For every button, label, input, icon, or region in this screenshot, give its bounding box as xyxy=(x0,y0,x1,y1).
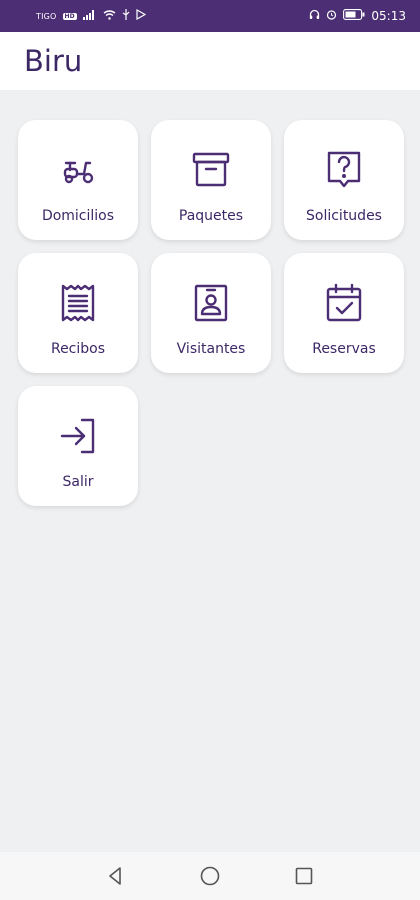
home-icon[interactable] xyxy=(198,864,222,888)
menu-tile-recibos[interactable]: Recibos xyxy=(18,253,138,373)
status-left: TIGO HD xyxy=(36,8,146,23)
menu-label: Solicitudes xyxy=(306,208,382,224)
menu-tile-domicilios[interactable]: Domicilios xyxy=(18,120,138,240)
signal-icon xyxy=(82,9,97,23)
wifi-icon xyxy=(103,9,116,23)
menu-label: Salir xyxy=(62,474,94,490)
status-bar: TIGO HD 05:13 xyxy=(0,0,420,32)
play-icon xyxy=(135,8,146,23)
menu-tile-solicitudes[interactable]: Solicitudes xyxy=(284,120,404,240)
app-title: Biru xyxy=(24,44,83,78)
calendar-check-icon xyxy=(322,281,366,325)
menu-label: Domicilios xyxy=(41,208,115,224)
status-time: 05:13 xyxy=(371,9,406,23)
system-nav-bar xyxy=(0,852,420,900)
receipt-icon xyxy=(56,281,100,325)
recents-icon[interactable] xyxy=(292,864,316,888)
usb-icon xyxy=(122,9,130,23)
menu-grid: Domicilios Paquetes Solicitudes Recibos … xyxy=(18,120,404,506)
alarm-icon xyxy=(326,9,337,23)
id-badge-icon xyxy=(189,281,233,325)
scooter-icon xyxy=(56,148,100,192)
menu-tile-reservas[interactable]: Reservas xyxy=(284,253,404,373)
menu-label: Paquetes xyxy=(178,208,244,224)
app-bar: Biru xyxy=(0,32,420,90)
menu-tile-paquetes[interactable]: Paquetes xyxy=(151,120,271,240)
help-request-icon xyxy=(322,148,366,192)
status-right: 05:13 xyxy=(309,9,406,23)
hd-badge: HD xyxy=(62,12,77,20)
battery-icon xyxy=(343,9,365,23)
back-icon[interactable] xyxy=(104,864,128,888)
menu-label: Recibos xyxy=(50,341,106,357)
headset-icon xyxy=(309,9,320,23)
carrier-name: TIGO xyxy=(36,11,57,21)
sign-in-arrow-icon xyxy=(56,414,100,458)
menu-label: Visitantes xyxy=(176,341,246,357)
menu-tile-salir[interactable]: Salir xyxy=(18,386,138,506)
menu-tile-visitantes[interactable]: Visitantes xyxy=(151,253,271,373)
archive-box-icon xyxy=(189,148,233,192)
menu-label: Reservas xyxy=(312,341,376,357)
